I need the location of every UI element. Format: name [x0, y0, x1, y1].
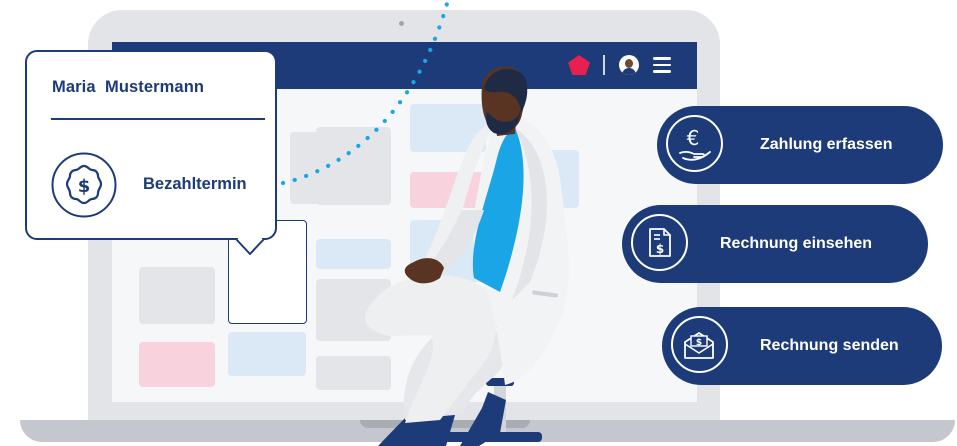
svg-text:€: €: [687, 126, 700, 150]
svg-text:$: $: [656, 242, 664, 256]
dollar-badge-icon: $: [51, 152, 117, 218]
svg-text:$: $: [78, 176, 91, 197]
card-divider: [51, 118, 265, 120]
calendar-tile[interactable]: [316, 356, 391, 390]
record-payment-label: Zahlung erfassen: [760, 136, 893, 153]
laptop-notch: [360, 420, 530, 428]
hamburger-menu-icon[interactable]: [653, 57, 671, 73]
calendar-tile[interactable]: [316, 239, 391, 269]
calendar-tile[interactable]: [497, 150, 579, 208]
calendar-tile[interactable]: [316, 279, 391, 341]
calendar-tile[interactable]: [410, 104, 486, 152]
patient-card[interactable]: Maria Mustermann $ Bezahltermin: [25, 50, 277, 240]
calendar-tile[interactable]: [410, 172, 486, 208]
euro-hand-icon: €: [666, 115, 723, 172]
record-payment-button[interactable]: € Zahlung erfassen: [657, 106, 943, 184]
calendar-tile[interactable]: [410, 220, 486, 282]
view-invoice-label: Rechnung einsehen: [720, 235, 873, 252]
patient-name: Maria Mustermann: [52, 78, 205, 96]
dollar-document-icon: $: [631, 214, 688, 271]
camera-icon: [399, 21, 404, 26]
appointment-type-label: Bezahltermin: [143, 175, 247, 193]
illustration: Maria Mustermann $ Bezahltermin € Zahlun…: [0, 0, 957, 446]
ruby-gem-icon[interactable]: [568, 55, 590, 75]
calendar-tile[interactable]: [228, 332, 306, 376]
avatar-icon[interactable]: [619, 55, 639, 75]
svg-text:$: $: [696, 338, 702, 348]
send-invoice-button[interactable]: $ Rechnung senden: [662, 307, 942, 385]
send-invoice-label: Rechnung senden: [760, 337, 899, 354]
view-invoice-button[interactable]: $ Rechnung einsehen: [622, 205, 928, 283]
topbar-divider: [603, 55, 605, 75]
calendar-tile[interactable]: [477, 310, 499, 328]
calendar-tile[interactable]: [139, 267, 215, 324]
calendar-tile[interactable]: [139, 342, 215, 387]
dollar-envelope-icon: $: [671, 316, 728, 373]
calendar-tile[interactable]: [316, 127, 391, 205]
